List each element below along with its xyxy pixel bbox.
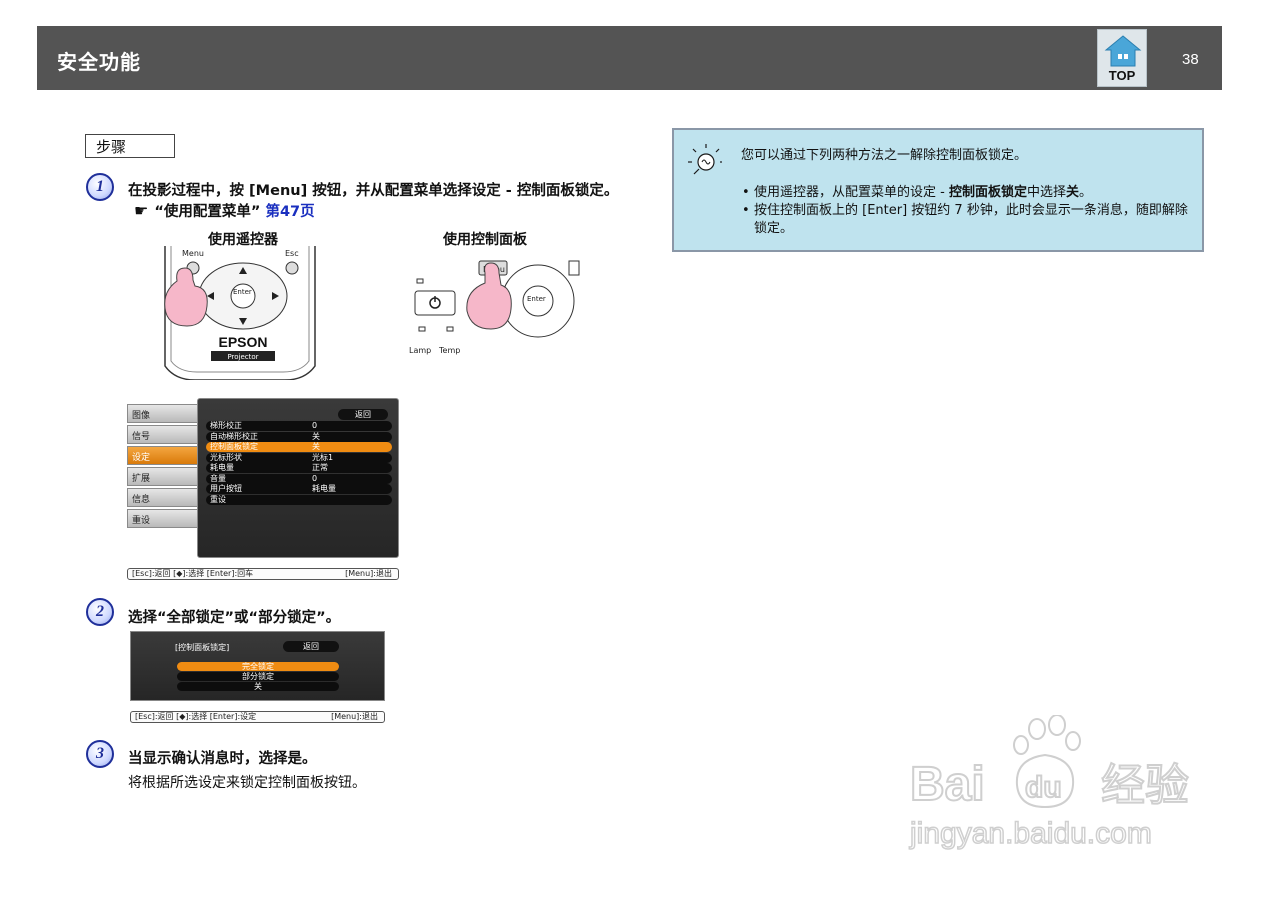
panel-enter-label: Enter [527,295,546,303]
control-panel-illustration: Menu Enter Lamp Temp [409,260,580,355]
menu-help-bar: [Esc]:返回 [◆]:选择 [Enter]:回车 [Menu]:退出 [127,568,399,580]
steps-label: 步骤 [85,134,175,158]
step-2-badge: 2 [86,598,114,626]
menu-category-active: 设定 [127,446,199,465]
step-1-ref: “使用配置菜单” [154,204,261,220]
tip-intro: 您可以通过下列两种方法之一解除控制面板锁定。 [741,148,1028,163]
lock-menu-screenshot: [控制面板锁定] 返回 完全锁定 部分锁定 关 [130,631,385,701]
menu-back-button: 返回 [338,409,388,420]
page-title: 安全功能 [57,50,141,74]
step-3-text: 当显示确认消息时，选择是。 [128,751,317,767]
tip-box: 您可以通过下列两种方法之一解除控制面板锁定。 • 使用遥控器，从配置菜单的设定 -… [672,128,1204,252]
top-label: TOP [1108,68,1136,83]
menu-category-list: 图像 信号 设定 扩展 信息 重设 [127,404,199,530]
house-icon [1104,35,1142,67]
step-1-badge: 1 [86,173,114,201]
remote-brand: EPSON [218,334,267,350]
remote-esc-label: Esc [285,249,299,258]
watermark-url: jingyan.baidu.com [909,817,1152,850]
baidu-watermark: Bai du 经验 jingyan.baidu.com [908,715,1190,851]
step-3-badge: 3 [86,740,114,768]
remote-enter-label: Enter [233,288,252,296]
help-bar-left: [Esc]:返回 [◆]:选择 [Enter]:设定 [135,712,257,721]
help-bar-left: [Esc]:返回 [◆]:选择 [Enter]:回车 [132,569,254,578]
menu-category: 重设 [127,509,199,528]
lightbulb-icon [688,144,722,175]
help-bar-right: [Menu]:退出 [345,569,392,578]
tip-item: • 使用遥控器，从配置菜单的设定 - 控制面板锁定中选择关。 [742,185,1093,200]
watermark-brand-a: Bai [910,758,985,811]
lock-option-selected: 完全锁定 [177,662,339,671]
menu-row-highlighted: 控制面板锁定关 [206,442,392,452]
panel-lamp-label: Lamp [409,346,431,355]
menu-row: 耗电量 正常 [206,463,392,473]
menu-row: 音量 0 [206,473,392,484]
menu-settings-panel: 返回 梯形校正 0 自动梯形校正关 控制面板锁定关 光标形状 光标1 耗电量 正常 音… [197,398,399,558]
step-2-text: 选择“全部锁定”或“部分锁定”。 [128,610,341,626]
page-number: 38 [1182,51,1199,68]
menu-row: 自动梯形校正关 [206,431,392,442]
tip-item: • 按住控制面板上的 [Enter] 按钮约 7 秒钟，此时会显示一条消息，随即解… [742,203,1188,236]
lock-option: 部分锁定 [177,672,339,681]
lock-menu-help-bar: [Esc]:返回 [◆]:选择 [Enter]:设定 [Menu]:退出 [130,711,385,723]
menu-row: 光标形状 光标1 [206,452,392,463]
lock-menu-back: 返回 [283,641,339,652]
help-bar-right: [Menu]:退出 [331,712,378,721]
watermark-brand-b: du [1025,771,1062,804]
lock-menu-title: [控制面板锁定] [175,643,230,652]
menu-row: 梯形校正 0 [206,421,392,431]
menu-row: 重设 [206,494,392,505]
menu-row: 用户按钮 耗电量 [206,484,392,494]
panel-temp-label: Temp [438,346,460,355]
step-1-text: 在投影过程中，按 [Menu] 按钮，并从配置菜单选择设定 - 控制面板锁定。 ☛… [128,181,623,222]
menu-category: 信号 [127,425,199,444]
step-1-instruction: 在投影过程中，按 [Menu] 按钮，并从配置菜单选择设定 - 控制面板锁定。 [128,183,619,199]
menu-category: 图像 [127,404,199,423]
menu-category: 信息 [127,488,199,507]
watermark-brand-c: 经验 [1101,760,1189,811]
remote-menu-label: Menu [182,249,204,258]
top-button[interactable]: TOP [1097,29,1147,87]
menu-category: 扩展 [127,467,199,486]
remote-control-illustration: Menu Esc Enter EPSON Projector [164,246,316,380]
hand-pointer-icon: ☛ [134,201,149,220]
lock-option: 关 [177,682,339,691]
page-link[interactable]: 第47页 [265,204,314,220]
caption-panel: 使用控制面板 [443,232,527,248]
page-header: 安全功能 TOP 38 [37,26,1222,90]
remote-model: Projector [227,353,258,361]
tip-list: • 使用遥控器，从配置菜单的设定 - 控制面板锁定中选择关。 • 按住控制面板上的 … [742,184,1192,238]
step-3-description: 将根据所选设定来锁定控制面板按钮。 [128,775,366,791]
config-menu-screenshot: 图像 信号 设定 扩展 信息 重设 返回 梯形校正 0 自动梯形校正关 控制面板锁… [127,398,399,558]
